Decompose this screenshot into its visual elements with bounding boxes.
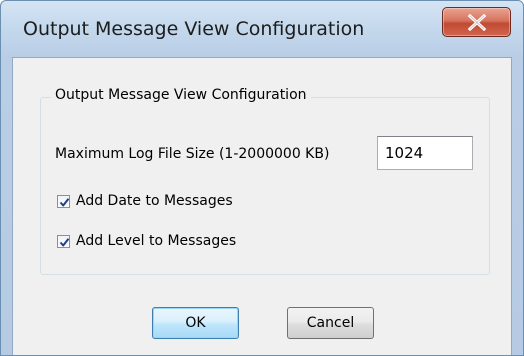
groupbox-title: Output Message View Configuration <box>51 87 311 103</box>
dialog-window: Output Message View Configuration Output… <box>0 0 524 356</box>
dialog-client-area: Output Message View Configuration Maximu… <box>12 57 512 355</box>
log-size-label: Maximum Log File Size (1-2000000 KB) <box>55 146 330 162</box>
window-title: Output Message View Configuration <box>23 18 365 40</box>
title-bar[interactable]: Output Message View Configuration <box>1 1 523 63</box>
ok-button[interactable]: OK <box>152 307 239 339</box>
add-date-checkbox[interactable] <box>57 194 70 208</box>
add-level-label: Add Level to Messages <box>76 233 237 249</box>
log-size-input[interactable] <box>377 136 473 170</box>
close-button[interactable] <box>442 7 511 37</box>
checkmark-icon <box>59 237 70 246</box>
add-date-label: Add Date to Messages <box>76 193 233 209</box>
add-level-option[interactable]: Add Level to Messages <box>57 231 236 251</box>
add-date-option[interactable]: Add Date to Messages <box>57 191 233 211</box>
checkmark-icon <box>59 197 70 206</box>
cancel-button[interactable]: Cancel <box>287 307 374 339</box>
close-icon <box>467 14 487 31</box>
add-level-checkbox[interactable] <box>57 234 70 248</box>
